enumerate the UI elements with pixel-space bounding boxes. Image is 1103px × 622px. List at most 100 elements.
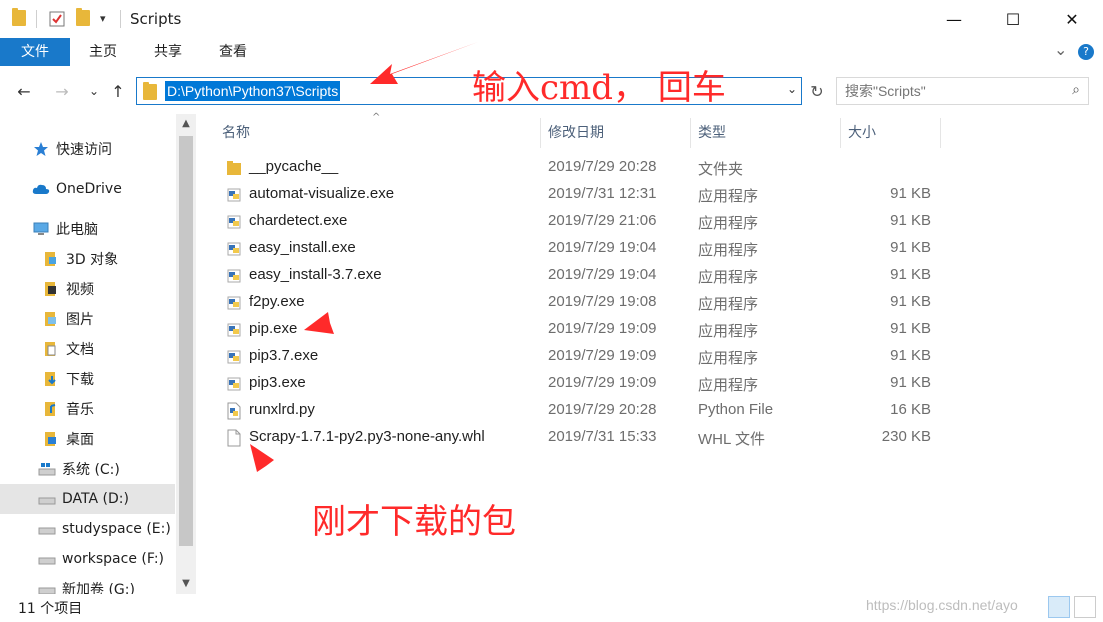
sidebar-item-drive-e[interactable]: studyspace (E:) <box>0 514 175 544</box>
search-input[interactable] <box>845 82 1055 100</box>
sidebar-item-drive-g[interactable]: 新加卷 (G:) <box>0 574 175 594</box>
sidebar-item-label: 新加卷 (G:) <box>62 582 135 594</box>
tab-view[interactable]: 查看 <box>208 38 258 66</box>
annotation-address-note: 输入cmd， 回车 <box>472 68 726 108</box>
forward-button[interactable]: → <box>50 78 74 104</box>
address-dropdown-icon[interactable]: ⌄ <box>787 82 797 96</box>
column-divider[interactable] <box>940 118 941 148</box>
picture-icon <box>42 311 60 327</box>
file-name[interactable]: automat-visualize.exe <box>249 185 394 202</box>
expand-ribbon-icon[interactable]: ⌄ <box>1054 40 1067 59</box>
file-type: 应用程序 <box>698 269 759 286</box>
sidebar-item-3d-objects[interactable]: 3D 对象 <box>0 244 175 274</box>
file-type: WHL 文件 <box>698 431 765 448</box>
sidebar-item-pictures[interactable]: 图片 <box>0 304 175 334</box>
table-row[interactable]: runxlrd.py 2019/7/29 20:28 Python File 16 K… <box>214 397 1094 424</box>
sidebar-item-drive-f[interactable]: workspace (F:) <box>0 544 175 574</box>
tab-file[interactable]: 文件 <box>0 38 70 66</box>
column-header-type[interactable]: 类型 <box>690 118 840 148</box>
window-title: Scripts <box>130 10 182 28</box>
search-icon[interactable]: ⌕ <box>1072 82 1080 98</box>
python-exe-icon <box>226 294 242 312</box>
file-size: 91 KB <box>890 374 931 391</box>
close-button[interactable]: ✕ <box>1043 0 1101 38</box>
column-header-date[interactable]: 修改日期 <box>540 118 690 148</box>
watermark-text: https://blog.csdn.net/ayo <box>866 597 1018 613</box>
file-name[interactable]: runxlrd.py <box>249 401 315 418</box>
table-row[interactable]: pip3.7.exe 2019/7/29 19:09 应用程序 91 KB <box>214 343 1094 370</box>
scrollbar-thumb[interactable] <box>179 136 193 546</box>
table-row[interactable]: chardetect.exe 2019/7/29 21:06 应用程序 91 KB <box>214 208 1094 235</box>
drive-icon <box>38 491 56 507</box>
sidebar-item-this-pc[interactable]: 此电脑 <box>0 214 175 244</box>
file-name[interactable]: chardetect.exe <box>249 212 347 229</box>
sidebar-item-downloads[interactable]: 下载 <box>0 364 175 394</box>
sidebar-item-music[interactable]: 音乐 <box>0 394 175 424</box>
file-name[interactable]: pip3.exe <box>249 374 306 391</box>
computer-icon <box>32 221 50 237</box>
table-row[interactable]: Scrapy-1.7.1-py2.py3-none-any.whl 2019/7/… <box>214 424 1094 451</box>
maximize-button[interactable]: ☐ <box>984 0 1042 38</box>
file-type: 应用程序 <box>698 215 759 232</box>
desktop-icon <box>42 431 60 447</box>
file-name[interactable]: __pycache__ <box>249 158 338 175</box>
file-name[interactable]: pip.exe <box>249 320 297 337</box>
sidebar-scrollbar[interactable]: ▲ ▼ <box>176 114 196 594</box>
recent-locations-button[interactable]: ⌄ <box>82 78 106 104</box>
scroll-up-button[interactable]: ▲ <box>176 114 196 134</box>
file-name[interactable]: Scrapy-1.7.1-py2.py3-none-any.whl <box>249 428 485 445</box>
column-header-size[interactable]: 大小 <box>840 118 940 148</box>
tab-home[interactable]: 主页 <box>78 38 128 66</box>
table-row[interactable]: easy_install-3.7.exe 2019/7/29 19:04 应用程序 9… <box>214 262 1094 289</box>
properties-icon[interactable] <box>48 10 66 28</box>
file-name[interactable]: easy_install-3.7.exe <box>249 266 382 283</box>
file-type: 应用程序 <box>698 377 759 394</box>
search-box[interactable]: ⌕ <box>836 77 1089 105</box>
file-type: 应用程序 <box>698 350 759 367</box>
tab-share[interactable]: 共享 <box>143 38 193 66</box>
file-date: 2019/7/29 19:09 <box>548 374 657 391</box>
column-header-name[interactable]: 名称 <box>214 118 540 148</box>
sidebar-item-documents[interactable]: 文档 <box>0 334 175 364</box>
file-date: 2019/7/29 19:04 <box>548 239 657 256</box>
sidebar-item-onedrive[interactable]: OneDrive <box>0 174 175 204</box>
file-name[interactable]: easy_install.exe <box>249 239 356 256</box>
large-icons-view-button[interactable] <box>1074 596 1096 618</box>
table-row[interactable]: automat-visualize.exe 2019/7/31 12:31 应用程序… <box>214 181 1094 208</box>
python-exe-icon <box>226 213 242 231</box>
sidebar-item-label: 桌面 <box>66 432 94 448</box>
new-folder-icon[interactable] <box>76 8 94 28</box>
cloud-icon <box>32 181 50 197</box>
sidebar-item-drive-c[interactable]: 系统 (C:) <box>0 454 175 484</box>
table-row[interactable]: pip.exe 2019/7/29 19:09 应用程序 91 KB <box>214 316 1094 343</box>
table-row[interactable]: pip3.exe 2019/7/29 19:09 应用程序 91 KB <box>214 370 1094 397</box>
star-icon <box>32 141 50 157</box>
sidebar-item-videos[interactable]: 视频 <box>0 274 175 304</box>
sidebar-item-drive-d[interactable]: DATA (D:) <box>0 484 175 514</box>
file-type: 应用程序 <box>698 242 759 259</box>
details-view-button[interactable] <box>1048 596 1070 618</box>
file-date: 2019/7/29 19:04 <box>548 266 657 283</box>
file-date: 2019/7/29 20:28 <box>548 401 657 418</box>
help-icon[interactable]: ? <box>1078 44 1094 60</box>
table-row[interactable]: easy_install.exe 2019/7/29 19:04 应用程序 91 KB <box>214 235 1094 262</box>
back-button[interactable]: ← <box>12 78 36 104</box>
navigation-pane: 快速访问 OneDrive 此电脑 3D 对象 视频 图片 文档 下载 音乐 桌… <box>0 114 196 594</box>
drive-icon <box>38 521 56 537</box>
scroll-down-button[interactable]: ▼ <box>176 574 196 594</box>
up-button[interactable]: ↑ <box>106 78 130 104</box>
refresh-button[interactable]: ↻ <box>805 77 829 105</box>
quick-access-dropdown[interactable]: ▾ <box>100 10 118 28</box>
table-row[interactable]: __pycache__ 2019/7/29 20:28 文件夹 <box>214 154 1094 181</box>
address-text[interactable]: D:\Python\Python37\Scripts <box>165 81 341 101</box>
drive-icon <box>38 581 56 594</box>
minimize-button[interactable]: — <box>925 0 983 38</box>
table-row[interactable]: f2py.exe 2019/7/29 19:08 应用程序 91 KB <box>214 289 1094 316</box>
file-date: 2019/7/29 21:06 <box>548 212 657 229</box>
file-name[interactable]: f2py.exe <box>249 293 305 310</box>
sidebar-item-desktop[interactable]: 桌面 <box>0 424 175 454</box>
sidebar-item-quick-access[interactable]: 快速访问 <box>0 134 175 164</box>
python-file-icon <box>226 402 242 420</box>
file-size: 91 KB <box>890 320 931 337</box>
file-name[interactable]: pip3.7.exe <box>249 347 318 364</box>
